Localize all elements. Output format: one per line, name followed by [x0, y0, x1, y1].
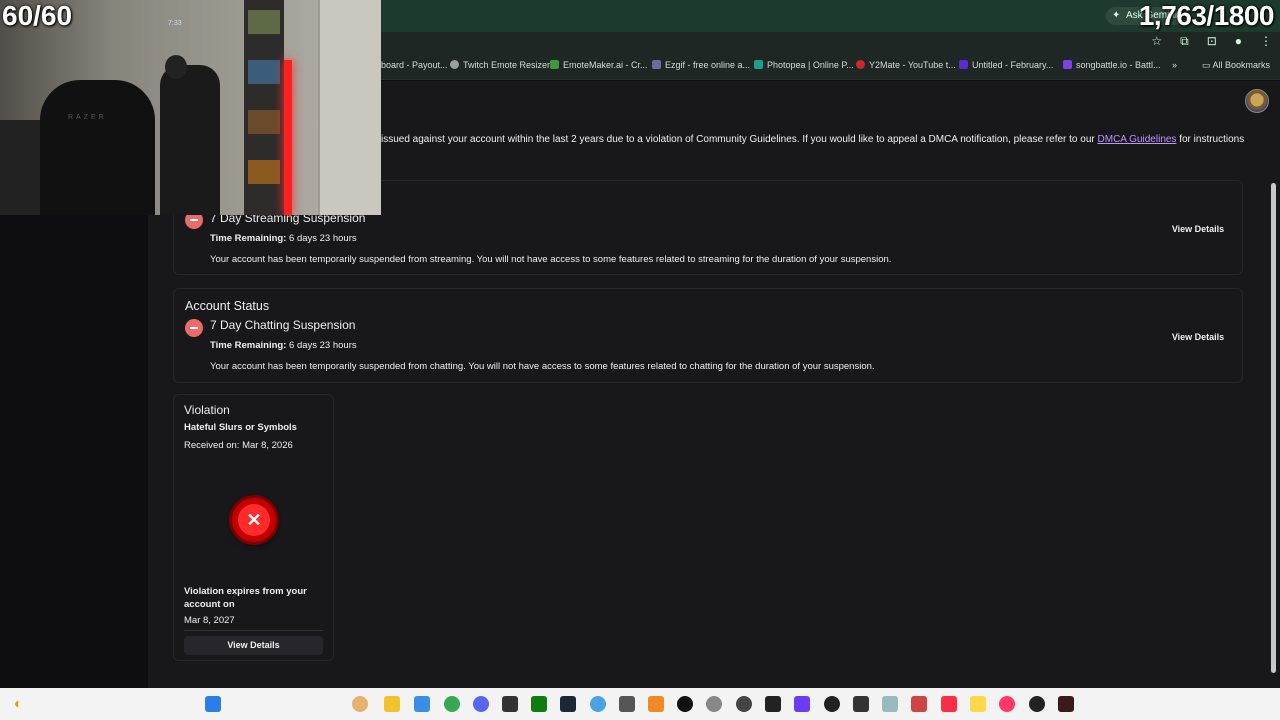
violation-received-date: Received on: Mar 8, 2026 [184, 440, 293, 451]
bookmark-item[interactable]: Untitled - February... [959, 60, 1053, 70]
app-icon[interactable] [794, 696, 810, 712]
windows-taskbar: ◐ [0, 688, 1280, 720]
bookmark-favicon-icon [550, 60, 559, 69]
close-icon: ✕ [232, 498, 276, 542]
cam-timestamp: 7:33 [168, 20, 182, 27]
app-icon[interactable] [1058, 696, 1074, 712]
xbox-icon[interactable] [531, 696, 547, 712]
app-icon[interactable] [1029, 696, 1045, 712]
gaming-chair: RAZER [40, 80, 155, 215]
sparkle-icon: ✦ [1112, 10, 1121, 21]
extensions-icon[interactable]: ⧉ [1180, 34, 1189, 49]
bookmark-favicon-icon [959, 60, 968, 69]
goal-counter-overlay: 1,763/1800 [1138, 0, 1275, 31]
star-icon[interactable]: ☆ [1151, 34, 1162, 49]
bookmark-favicon-icon [754, 60, 763, 69]
suspension-title: 7 Day Chatting Suspension [210, 318, 356, 332]
minus-circle-icon [185, 319, 203, 337]
minecraft-icon[interactable] [619, 696, 635, 712]
bookmark-favicon-icon [450, 60, 459, 69]
bookmark-item[interactable]: Photopea | Online P... [754, 60, 854, 70]
account-status-heading: Account Status [185, 299, 270, 313]
time-remaining: Time Remaining: 6 days 23 hours [210, 340, 357, 351]
bookmark-item[interactable]: board - Payout... [381, 60, 448, 70]
weather-icon[interactable]: ◐ [14, 695, 22, 711]
divider [184, 630, 323, 631]
app-icon[interactable] [352, 696, 368, 712]
chrome-icon[interactable] [444, 696, 460, 712]
time-remaining: Time Remaining: 6 days 23 hours [210, 233, 357, 244]
menu-kebab-icon[interactable]: ⋮ [1260, 34, 1272, 49]
screenshot-icon[interactable]: ⊡ [1207, 34, 1217, 49]
streamer [160, 65, 220, 215]
dmca-guidelines-link[interactable]: DMCA Guidelines [1098, 134, 1177, 145]
start-icon[interactable] [205, 696, 221, 712]
bookmark-item[interactable]: Twitch Emote Resizer [450, 60, 550, 70]
bookmark-item[interactable]: Y2Mate - YouTube t... [856, 60, 956, 70]
app-icon[interactable] [648, 696, 664, 712]
violation-heading: Violation [184, 403, 230, 417]
view-details-button[interactable]: View Details [1164, 327, 1232, 347]
app-icon[interactable] [736, 696, 752, 712]
app-icon[interactable] [765, 696, 781, 712]
obs-icon[interactable] [677, 696, 693, 712]
all-bookmarks-button[interactable]: ▭ All Bookmarks [1202, 60, 1270, 71]
scrollbar-thumb[interactable] [1271, 183, 1276, 673]
file-explorer-icon[interactable] [384, 696, 400, 712]
app-icon[interactable] [999, 696, 1015, 712]
expires-label: Violation expires from your [184, 586, 307, 597]
folder-icon: ▭ [1201, 60, 1213, 70]
expires-date: Mar 8, 2027 [184, 615, 235, 626]
scrollbar[interactable] [1268, 121, 1280, 688]
app-icon[interactable] [882, 696, 898, 712]
bookmarks-overflow-chevron-icon[interactable]: » [1172, 60, 1177, 70]
app-icon[interactable] [590, 696, 606, 712]
view-details-button[interactable]: View Details [1164, 219, 1232, 239]
music-icon[interactable] [941, 696, 957, 712]
settings-icon[interactable] [706, 696, 722, 712]
app-icon[interactable] [853, 696, 869, 712]
webcam-overlay: RAZER 7:33 [0, 0, 381, 215]
avatar[interactable] [1245, 89, 1269, 113]
bookmark-item[interactable]: EmoteMaker.ai - Cr... [550, 60, 648, 70]
bookmark-favicon-icon [652, 60, 661, 69]
account-notice: issued against your account within the l… [381, 134, 1245, 145]
bookmark-item[interactable]: Ezgif - free online a... [652, 60, 750, 70]
suspension-description: Your account has been temporarily suspen… [210, 254, 892, 265]
suspension-description: Your account has been temporarily suspen… [210, 361, 875, 372]
app-icon[interactable] [911, 696, 927, 712]
app-icon[interactable] [970, 696, 986, 712]
bookmark-favicon-icon [856, 60, 865, 69]
violation-card: Violation Hateful Slurs or Symbols Recei… [173, 394, 334, 661]
steam-icon[interactable] [560, 696, 576, 712]
profile-icon[interactable]: ● [1235, 34, 1242, 49]
discord-icon[interactable] [473, 696, 489, 712]
chatting-suspension-card: Account Status 7 Day Chatting Suspension… [173, 288, 1243, 383]
fps-counter-overlay: 60/60 [2, 0, 73, 31]
app-icon[interactable] [824, 696, 840, 712]
bookmark-favicon-icon [1063, 60, 1072, 69]
violation-type: Hateful Slurs or Symbols [184, 422, 297, 433]
view-details-button[interactable]: View Details [184, 636, 323, 655]
epic-games-icon[interactable] [502, 696, 518, 712]
expires-label-cont: account on [184, 599, 235, 610]
store-icon[interactable] [414, 696, 430, 712]
bookmark-item[interactable]: songbattle.io - Battl... [1063, 60, 1161, 70]
